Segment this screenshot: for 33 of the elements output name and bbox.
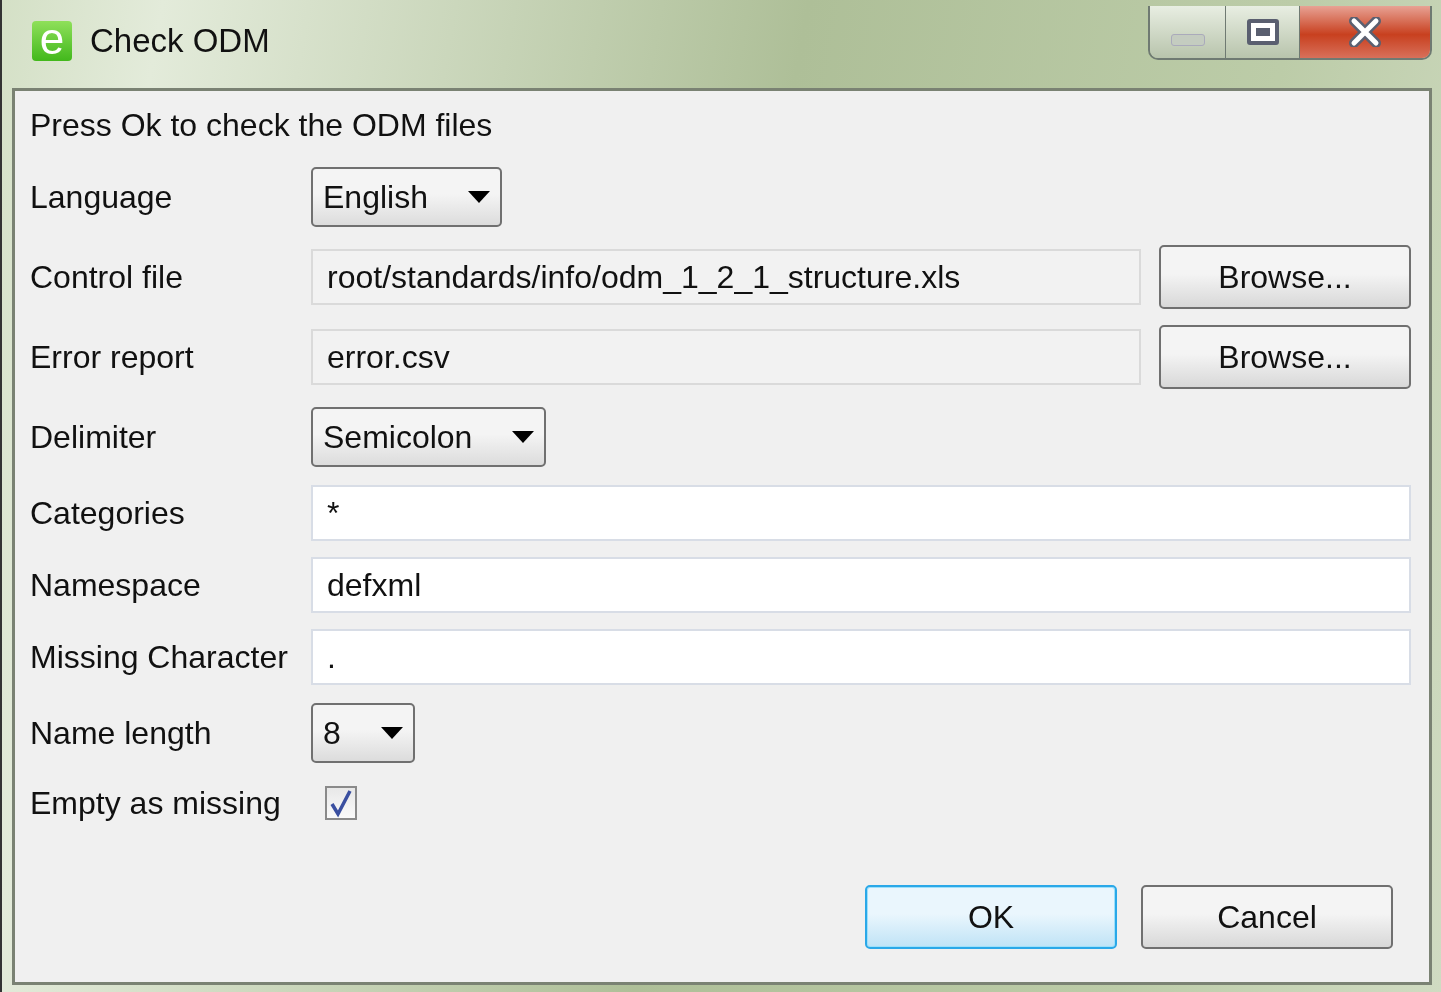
field-label: Name length [30, 714, 213, 752]
close-button[interactable] [1300, 6, 1430, 58]
path-field[interactable]: root/standards/info/odm_1_2_1_structure.xls [311, 249, 1141, 305]
cancel-button[interactable]: Cancel [1141, 885, 1393, 949]
caret-icon [467, 191, 490, 203]
field-label: Empty as missing [30, 784, 282, 822]
maximize-button[interactable] [1226, 6, 1300, 58]
browse-button[interactable]: Browse... [1159, 325, 1411, 389]
browse-button[interactable]: Browse... [1159, 245, 1411, 309]
input-field[interactable]: defxml [311, 557, 1411, 613]
field-label: Language [30, 178, 174, 216]
path-field[interactable]: error.csv [311, 329, 1141, 385]
field-label: Categories [30, 494, 186, 532]
dropdown[interactable]: Semicolon [311, 407, 547, 467]
field-label: Error report [30, 338, 195, 376]
field-label: Control file [30, 258, 184, 296]
dropdown[interactable]: English [311, 167, 502, 227]
close-icon [1348, 17, 1382, 47]
minimize-icon [1170, 34, 1205, 46]
input-field[interactable]: . [311, 629, 1411, 685]
instruction-text: Press Ok to check the ODM files [30, 106, 494, 145]
dropdown[interactable]: 8 [311, 703, 415, 763]
checkbox[interactable] [325, 786, 357, 820]
field-label: Missing Character [30, 638, 289, 676]
caret-icon [512, 431, 535, 443]
window-title: Check ODM [90, 22, 270, 60]
field-label: Delimiter [30, 418, 158, 456]
field-label: Namespace [30, 566, 202, 604]
maximize-icon [1246, 19, 1279, 45]
ok-button[interactable]: OK [865, 885, 1117, 949]
input-field[interactable]: * [311, 485, 1411, 541]
app-icon: e [32, 21, 72, 61]
caret-icon [380, 727, 403, 739]
